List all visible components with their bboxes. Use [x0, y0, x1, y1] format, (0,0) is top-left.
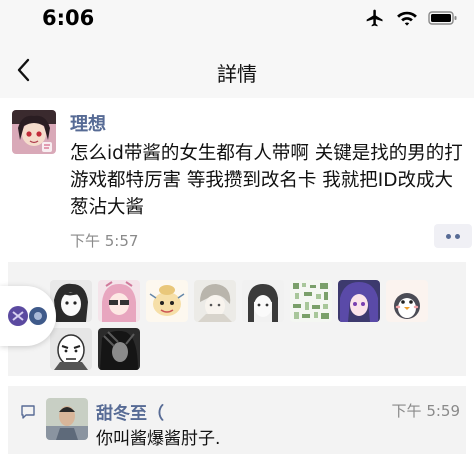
airplane-icon	[366, 9, 383, 27]
comment-author[interactable]: 甜冬至（	[96, 399, 164, 424]
liker-avatar-9[interactable]	[50, 328, 92, 370]
comment-text: 你叫酱爆酱肘子.	[96, 429, 221, 449]
likes-panel	[8, 262, 466, 376]
more-dots-icon	[446, 233, 451, 239]
status-bar: 6:06	[0, 0, 474, 42]
wifi-icon	[397, 11, 417, 26]
battery-icon	[428, 11, 457, 25]
page-title: 詳情	[217, 62, 257, 86]
nav-bar: 詳情	[0, 42, 474, 98]
liker-avatar-3[interactable]	[146, 280, 188, 322]
commenter-avatar[interactable]	[46, 398, 88, 440]
moment-post: 理想 怎么id带酱的女生都有人带啊 关键是找的男的打游戏都特厉害 等我攒到改名卡…	[0, 98, 474, 258]
poster-username[interactable]: 理想	[70, 110, 106, 136]
floating-app-icon	[8, 306, 47, 326]
liker-avatar-5[interactable]	[242, 280, 284, 322]
poster-avatar[interactable]	[12, 110, 56, 154]
liker-avatar-7[interactable]	[338, 280, 380, 322]
more-actions-button[interactable]	[434, 224, 472, 248]
comment-section: 甜冬至（ 下午 5:59 你叫酱爆酱肘子.	[0, 378, 474, 454]
more-dot	[455, 233, 460, 239]
status-icons	[364, 8, 458, 28]
liker-avatar-4[interactable]	[194, 280, 236, 322]
post-text: 怎么id带酱的女生都有人带啊 关键是找的男的打游戏都特厉害 等我攒到改名卡 我就…	[70, 143, 463, 218]
liker-avatar-2[interactable]	[98, 280, 140, 322]
likes-section	[0, 258, 474, 378]
comment-time: 下午 5:59	[391, 402, 460, 420]
comment-bubble-icon	[21, 405, 35, 419]
liker-avatar-6[interactable]	[290, 280, 332, 322]
status-time: 6:06	[42, 6, 95, 30]
liker-avatar-10[interactable]	[98, 328, 140, 370]
post-time: 下午 5:57	[70, 232, 139, 250]
liker-avatar-8[interactable]	[386, 280, 428, 322]
liker-avatar-1[interactable]	[50, 280, 92, 322]
